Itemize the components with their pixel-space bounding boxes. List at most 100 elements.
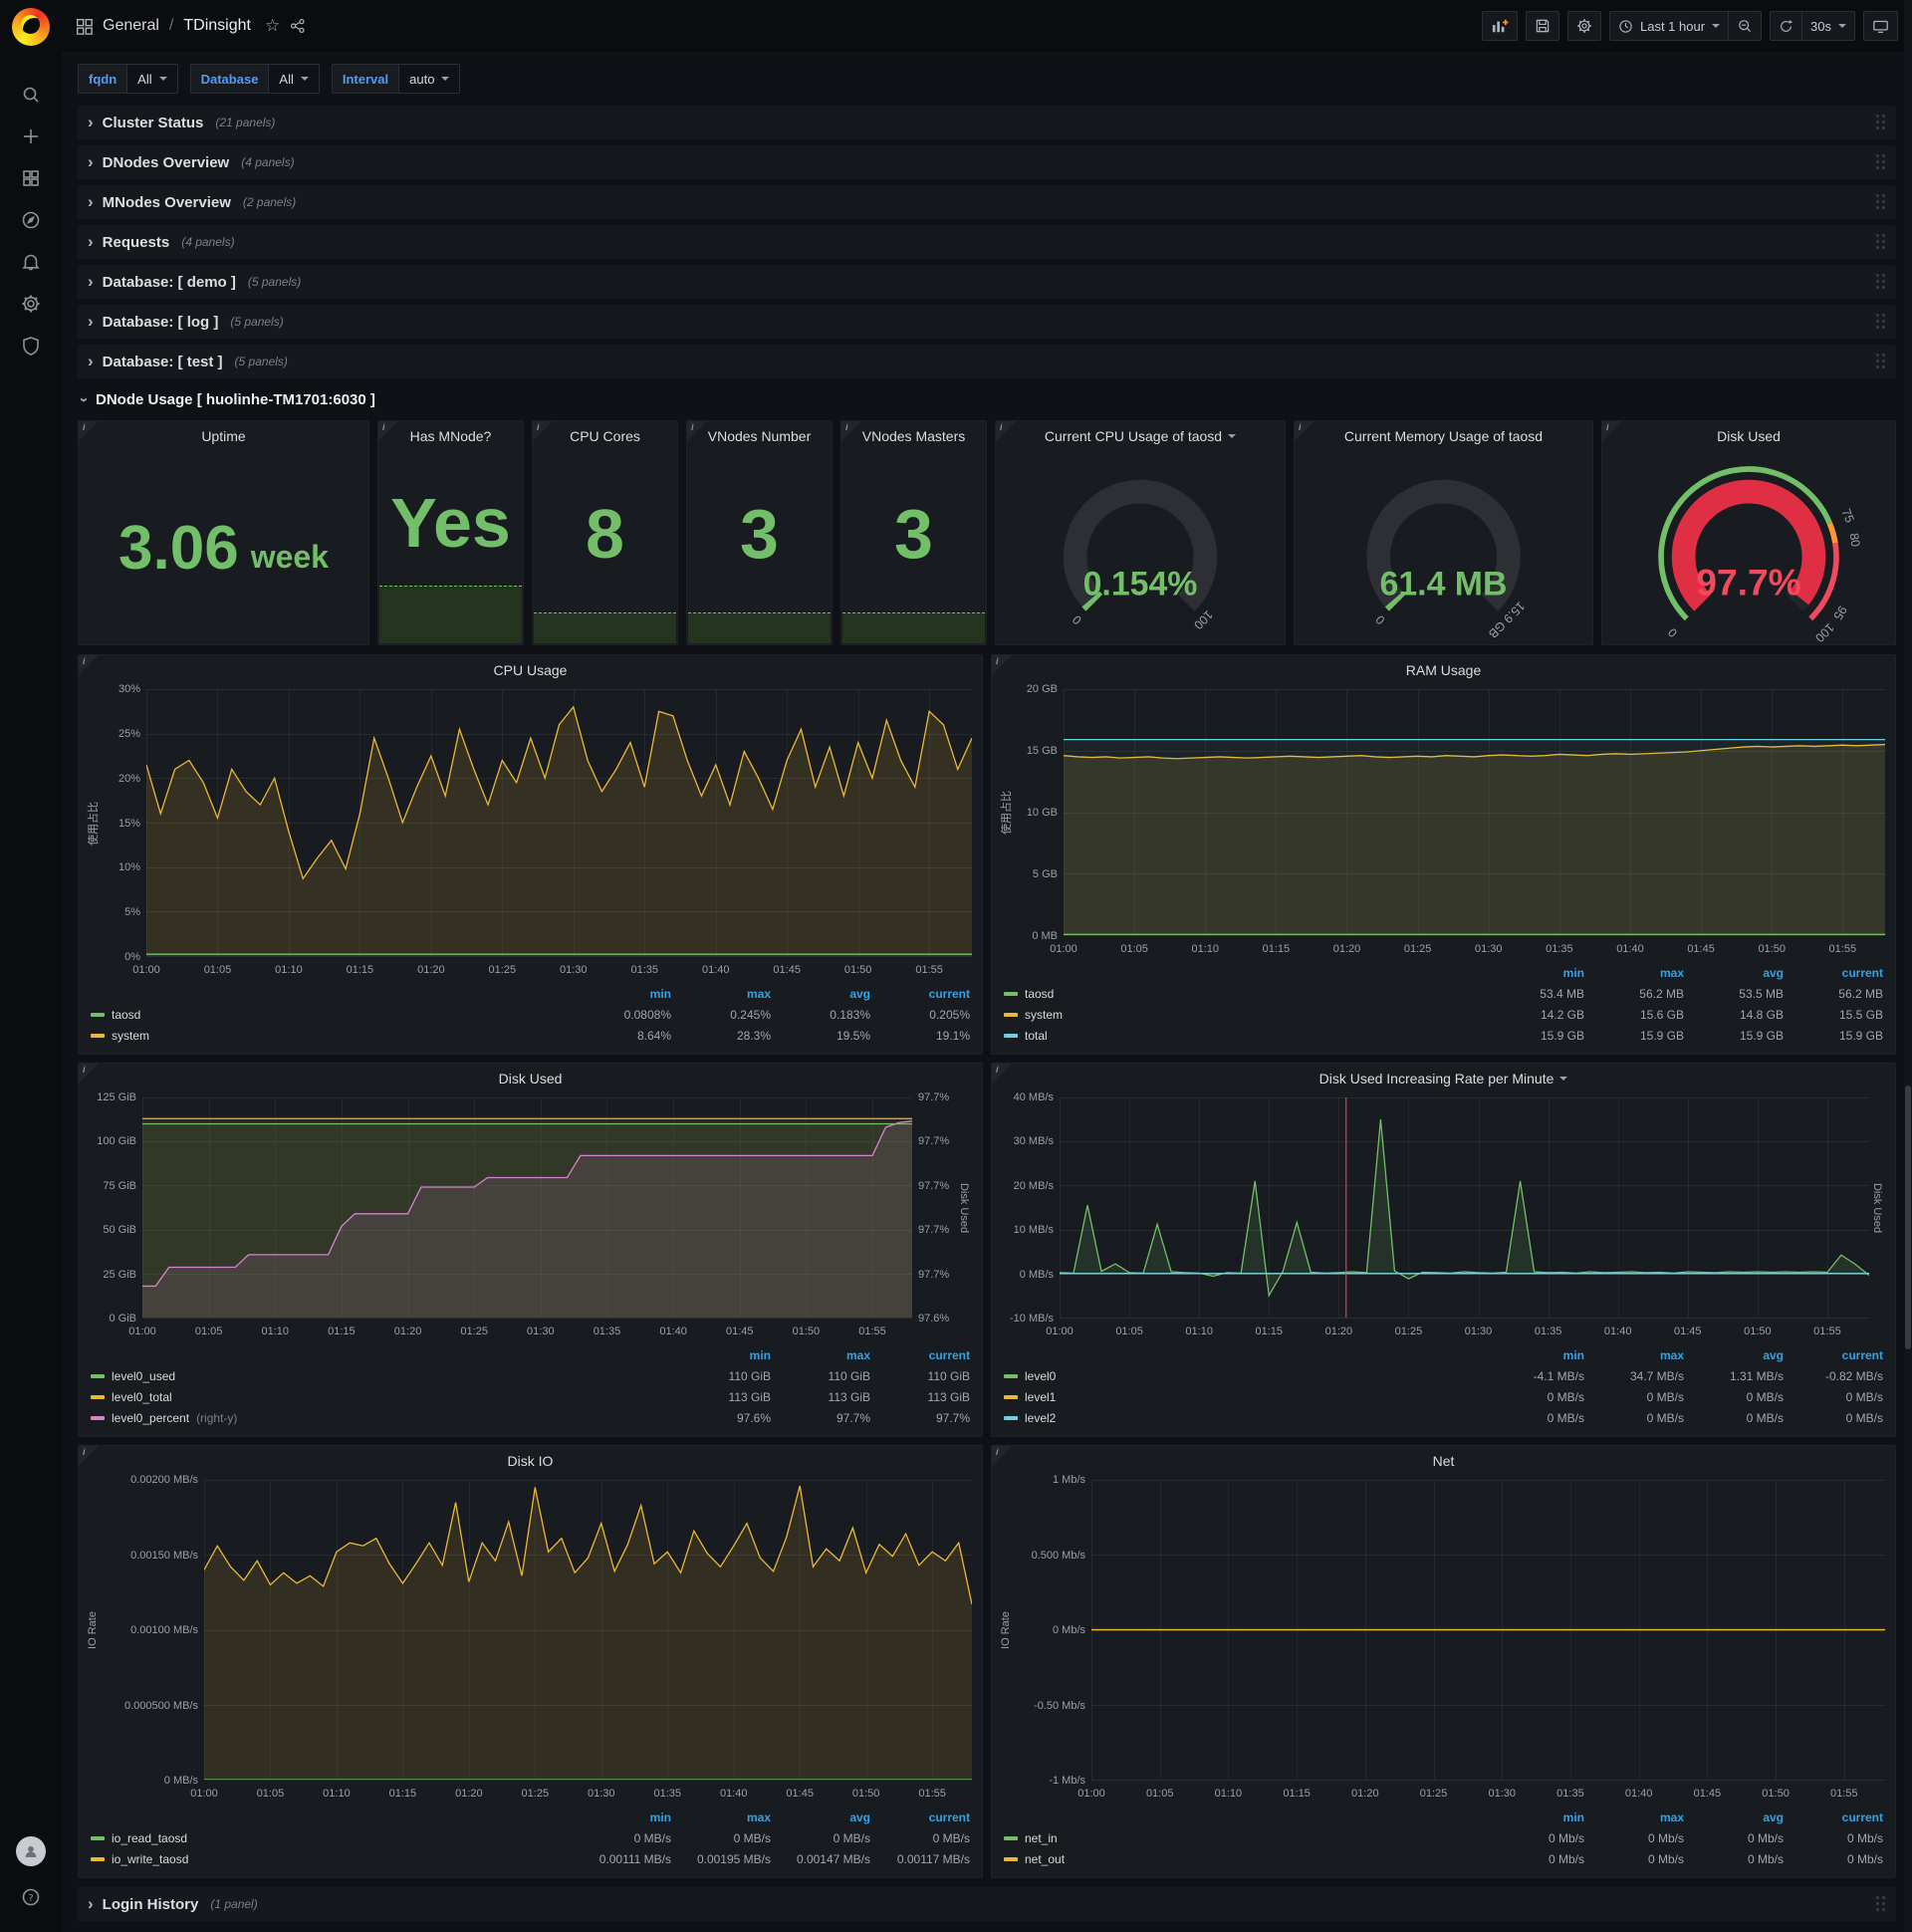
panel-title[interactable]: Disk Used bbox=[79, 1064, 982, 1093]
plus-icon[interactable] bbox=[9, 116, 53, 157]
legend-series-name[interactable]: level0 bbox=[1025, 1369, 1056, 1383]
variable-value-dropdown[interactable]: All bbox=[126, 64, 178, 94]
add-panel-button[interactable] bbox=[1481, 11, 1518, 41]
panel-title[interactable]: Disk IO bbox=[79, 1446, 982, 1476]
legend-series-name[interactable]: total bbox=[1025, 1029, 1048, 1043]
legend-series-name[interactable]: level0_used bbox=[112, 1369, 175, 1383]
scrollbar-thumb[interactable] bbox=[1905, 1086, 1911, 1349]
row-drag-handle[interactable] bbox=[1876, 194, 1886, 210]
row-dnode-usage[interactable]: › DNode Usage [ huolinhe-TM1701:6030 ] bbox=[76, 384, 1896, 414]
panel-info-icon[interactable]: i bbox=[79, 655, 99, 675]
panel-info-icon[interactable]: i bbox=[79, 1446, 99, 1466]
panel-info-icon[interactable]: i bbox=[687, 421, 707, 441]
dashboard-settings-button[interactable] bbox=[1566, 11, 1601, 41]
legend-col-min[interactable]: min bbox=[572, 1811, 671, 1824]
row-dnodes-overview[interactable]: › DNodes Overview (4 panels) bbox=[78, 145, 1896, 179]
row-database-test-[interactable]: › Database: [ test ] (5 panels) bbox=[78, 345, 1896, 378]
save-dashboard-button[interactable] bbox=[1525, 11, 1559, 41]
panel-title[interactable]: Current CPU Usage of taosd bbox=[996, 421, 1285, 451]
legend-col-current[interactable]: current bbox=[1784, 1348, 1883, 1362]
legend-col-min[interactable]: min bbox=[1485, 1348, 1584, 1362]
configuration-gear-icon[interactable] bbox=[9, 283, 53, 325]
panel-info-icon[interactable]: i bbox=[1295, 421, 1314, 441]
panel-title[interactable]: RAM Usage bbox=[992, 655, 1895, 685]
legend-col-current[interactable]: current bbox=[870, 987, 970, 1001]
legend-col-max[interactable]: max bbox=[1584, 1348, 1684, 1362]
row-cluster-status[interactable]: › Cluster Status (21 panels) bbox=[78, 106, 1896, 139]
legend-series-name[interactable]: io_read_taosd bbox=[112, 1831, 187, 1845]
panel-info-icon[interactable]: i bbox=[378, 421, 398, 441]
user-avatar[interactable] bbox=[9, 1834, 53, 1876]
legend-col-max[interactable]: max bbox=[771, 1348, 870, 1362]
legend-col-min[interactable]: min bbox=[1485, 966, 1584, 980]
dashboards-icon[interactable] bbox=[9, 157, 53, 199]
panel-title[interactable]: VNodes Masters bbox=[841, 421, 986, 451]
refresh-button[interactable] bbox=[1770, 11, 1803, 41]
legend-col-min[interactable]: min bbox=[671, 1348, 771, 1362]
breadcrumb-page[interactable]: TDinsight bbox=[183, 17, 251, 35]
panel-title[interactable]: Has MNode? bbox=[378, 421, 523, 451]
variable-label-Interval[interactable]: Interval bbox=[331, 64, 399, 94]
panel-info-icon[interactable]: i bbox=[992, 655, 1012, 675]
server-admin-shield-icon[interactable] bbox=[9, 325, 53, 366]
legend-col-current[interactable]: current bbox=[870, 1811, 970, 1824]
legend-col-max[interactable]: max bbox=[1584, 1811, 1684, 1824]
row-drag-handle[interactable] bbox=[1876, 1896, 1886, 1912]
row-login-history[interactable]: › Login History (1 panel) bbox=[78, 1887, 1896, 1921]
time-range-picker[interactable]: Last 1 hour bbox=[1608, 11, 1730, 41]
legend-col-avg[interactable]: avg bbox=[1684, 966, 1784, 980]
legend-series-name[interactable]: net_out bbox=[1025, 1852, 1065, 1866]
panel-title[interactable]: Disk Used Increasing Rate per Minute bbox=[992, 1064, 1895, 1093]
legend-series-name[interactable]: system bbox=[112, 1029, 149, 1043]
panel-info-icon[interactable]: i bbox=[841, 421, 861, 441]
breadcrumb-section[interactable]: General bbox=[103, 17, 159, 35]
panel-info-icon[interactable]: i bbox=[992, 1064, 1012, 1084]
panel-title[interactable]: CPU Usage bbox=[79, 655, 982, 685]
legend-col-avg[interactable]: avg bbox=[771, 987, 870, 1001]
legend-series-name[interactable]: level0_percent bbox=[112, 1411, 189, 1425]
panel-info-icon[interactable]: i bbox=[79, 1064, 99, 1084]
legend-col-max[interactable]: max bbox=[671, 987, 771, 1001]
legend-series-name[interactable]: net_in bbox=[1025, 1831, 1058, 1845]
row-drag-handle[interactable] bbox=[1876, 234, 1886, 250]
legend-col-current[interactable]: current bbox=[1784, 966, 1883, 980]
row-drag-handle[interactable] bbox=[1876, 314, 1886, 330]
row-drag-handle[interactable] bbox=[1876, 115, 1886, 130]
panel-info-icon[interactable]: i bbox=[79, 421, 99, 441]
row-requests[interactable]: › Requests (4 panels) bbox=[78, 225, 1896, 259]
legend-series-name[interactable]: taosd bbox=[112, 1008, 140, 1022]
legend-col-current[interactable]: current bbox=[870, 1348, 970, 1362]
panel-title[interactable]: Uptime bbox=[79, 421, 368, 451]
variable-value-dropdown[interactable]: auto bbox=[398, 64, 461, 94]
panel-info-icon[interactable]: i bbox=[1602, 421, 1622, 441]
legend-col-min[interactable]: min bbox=[572, 987, 671, 1001]
row-database-log-[interactable]: › Database: [ log ] (5 panels) bbox=[78, 305, 1896, 339]
legend-series-name[interactable]: level0_total bbox=[112, 1390, 172, 1404]
grafana-logo[interactable] bbox=[12, 8, 50, 46]
legend-col-max[interactable]: max bbox=[1584, 966, 1684, 980]
row-drag-handle[interactable] bbox=[1876, 154, 1886, 170]
variable-value-dropdown[interactable]: All bbox=[268, 64, 320, 94]
cycle-view-mode-button[interactable] bbox=[1863, 11, 1898, 41]
alerting-bell-icon[interactable] bbox=[9, 241, 53, 283]
legend-series-name[interactable]: taosd bbox=[1025, 987, 1054, 1001]
legend-series-name[interactable]: io_write_taosd bbox=[112, 1852, 188, 1866]
row-drag-handle[interactable] bbox=[1876, 354, 1886, 369]
variable-label-Database[interactable]: Database bbox=[189, 64, 269, 94]
panel-info-icon[interactable]: i bbox=[533, 421, 553, 441]
row-database-demo-[interactable]: › Database: [ demo ] (5 panels) bbox=[78, 265, 1896, 299]
share-icon[interactable] bbox=[290, 18, 306, 34]
row-drag-handle[interactable] bbox=[1876, 274, 1886, 290]
legend-col-avg[interactable]: avg bbox=[771, 1811, 870, 1824]
panel-info-icon[interactable]: i bbox=[992, 1446, 1012, 1466]
legend-col-avg[interactable]: avg bbox=[1684, 1348, 1784, 1362]
legend-col-current[interactable]: current bbox=[1784, 1811, 1883, 1824]
legend-series-name[interactable]: level2 bbox=[1025, 1411, 1056, 1425]
row-mnodes-overview[interactable]: › MNodes Overview (2 panels) bbox=[78, 185, 1896, 219]
legend-col-avg[interactable]: avg bbox=[1684, 1811, 1784, 1824]
refresh-interval-dropdown[interactable]: 30s bbox=[1802, 11, 1855, 41]
panel-title[interactable]: CPU Cores bbox=[533, 421, 677, 451]
panel-title[interactable]: VNodes Number bbox=[687, 421, 832, 451]
legend-series-name[interactable]: level1 bbox=[1025, 1390, 1056, 1404]
zoom-out-time-button[interactable] bbox=[1729, 11, 1763, 41]
